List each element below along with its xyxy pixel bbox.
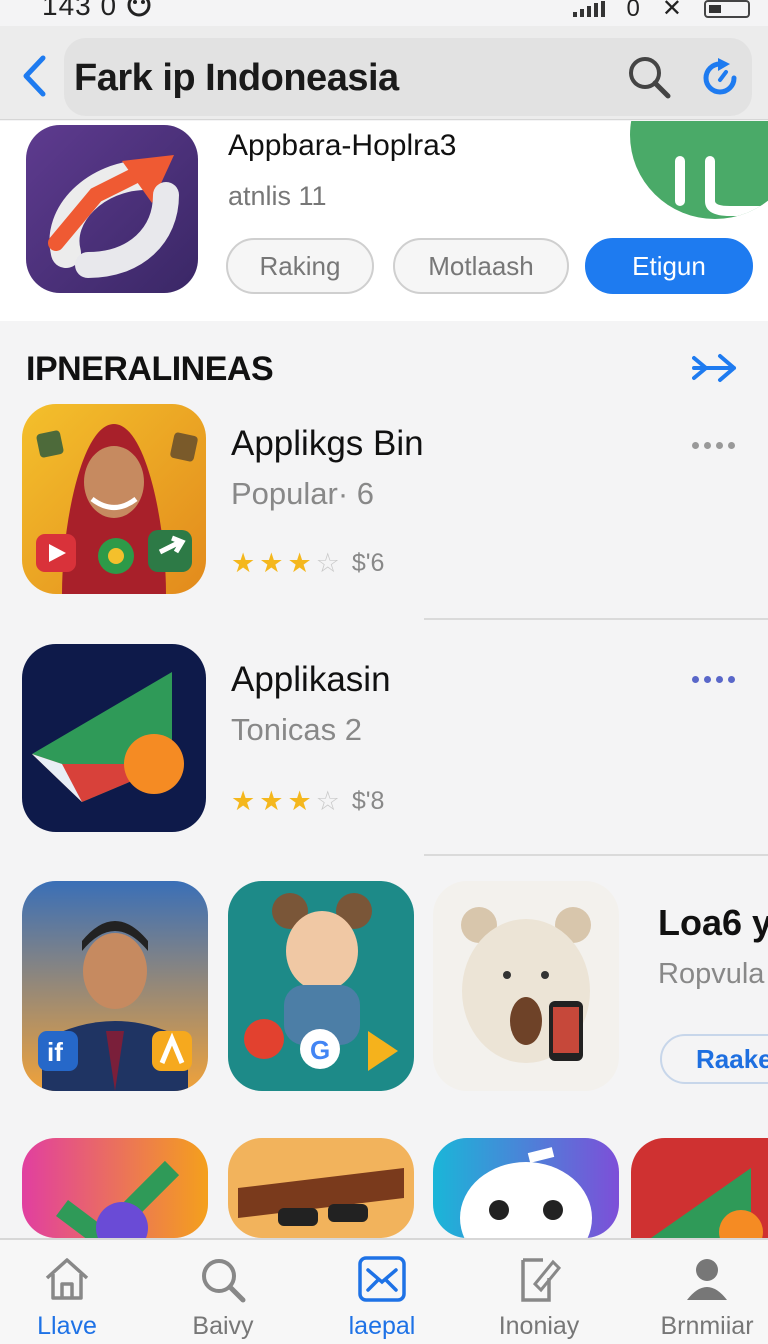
app-name-2[interactable]: Applikasin (231, 660, 391, 700)
grid-app-icon-3[interactable] (433, 881, 619, 1091)
search-query[interactable]: Fark ip Indoneasia (74, 57, 399, 100)
divider (424, 854, 768, 856)
face-icon (127, 0, 151, 17)
motlaash-button[interactable]: Motlaash (393, 238, 569, 294)
back-button[interactable] (18, 54, 50, 98)
app-price-2: $'8 (351, 787, 385, 815)
ranking-button[interactable]: Raking (226, 238, 374, 294)
network-text: 0 (626, 0, 640, 22)
tab-profile[interactable]: Brnmiiar (632, 1240, 768, 1344)
navigation-bar: Fark ip Indoneasia (0, 26, 768, 120)
svg-text:if: if (47, 1037, 63, 1067)
featured-app-card: Appbara-Hoplra3 atnlis 11 Raking Motlaas… (0, 121, 768, 321)
section-title: IPNERALINEAS (26, 350, 274, 388)
battery-icon (704, 0, 750, 18)
tab-label: laepal (348, 1312, 416, 1340)
tab-apps[interactable]: laepal (307, 1240, 457, 1344)
status-time: 143 0 (42, 0, 152, 22)
side-app-title[interactable]: Loa6 y (658, 902, 768, 944)
apps-icon (358, 1256, 406, 1302)
divider (424, 618, 768, 620)
profile-icon (687, 1259, 727, 1300)
tab-label: Llave (37, 1312, 97, 1340)
app-price-1: $'6 (351, 549, 385, 577)
updates-icon (521, 1258, 562, 1302)
grid-app-icon-4[interactable] (22, 1138, 208, 1238)
grid-app-icon-1[interactable]: if (22, 881, 208, 1091)
home-icon (45, 1258, 89, 1300)
close-small-icon: ✕ (661, 0, 682, 22)
green-app-icon[interactable] (630, 121, 768, 219)
chevron-left-icon (23, 55, 46, 97)
svg-text:G: G (310, 1035, 330, 1065)
grid-app-icon-6[interactable] (433, 1138, 619, 1238)
get-button[interactable]: Etigun (585, 238, 753, 294)
tab-label: Inoniay (498, 1312, 580, 1340)
rating-stars-2: ★ ★ ★ ☆ $'8 (231, 786, 385, 816)
featured-app-icon[interactable] (26, 125, 198, 293)
signal-icon (572, 0, 605, 17)
grid-app-icon-7[interactable] (631, 1138, 768, 1238)
app-icon-applikgs[interactable] (22, 404, 206, 594)
app-name-1[interactable]: Applikgs Bin (231, 424, 424, 464)
status-bar: 143 0 0 ✕ (0, 0, 768, 26)
refresh-icon[interactable] (698, 56, 742, 100)
tab-bar: Llave Baivy laepal Inoniay Brnmiiar (0, 1238, 768, 1344)
app-subtitle-1: Popular· 6 (231, 476, 375, 511)
tab-label: Brnmiiar (660, 1312, 754, 1340)
tab-home[interactable]: Llave (0, 1240, 142, 1344)
app-subtitle-2: Tonicas 2 (231, 712, 362, 747)
grid-app-icon-5[interactable] (228, 1138, 414, 1238)
featured-app-subtitle: atnlis 11 (228, 181, 327, 211)
tab-label: Baivy (192, 1312, 254, 1340)
search-icon (202, 1259, 246, 1303)
tab-search[interactable]: Baivy (148, 1240, 298, 1344)
more-options-button-1[interactable] (692, 442, 735, 449)
app-icon-applikasin[interactable] (22, 644, 206, 832)
grid-app-icon-2[interactable]: G (228, 881, 414, 1091)
side-app-button[interactable]: Raake (660, 1034, 768, 1084)
side-app-subtitle: Ropvula (658, 958, 765, 990)
arrow-right-icon[interactable] (692, 350, 740, 386)
status-indicators: 0 ✕ (572, 0, 750, 23)
rating-stars-1: ★ ★ ★ ☆ $'6 (231, 548, 385, 578)
search-icon[interactable] (626, 54, 672, 100)
featured-app-name: Appbara-Hoplra3 (228, 129, 457, 162)
tab-updates[interactable]: Inoniay (464, 1240, 614, 1344)
more-options-button-2[interactable] (692, 676, 735, 683)
